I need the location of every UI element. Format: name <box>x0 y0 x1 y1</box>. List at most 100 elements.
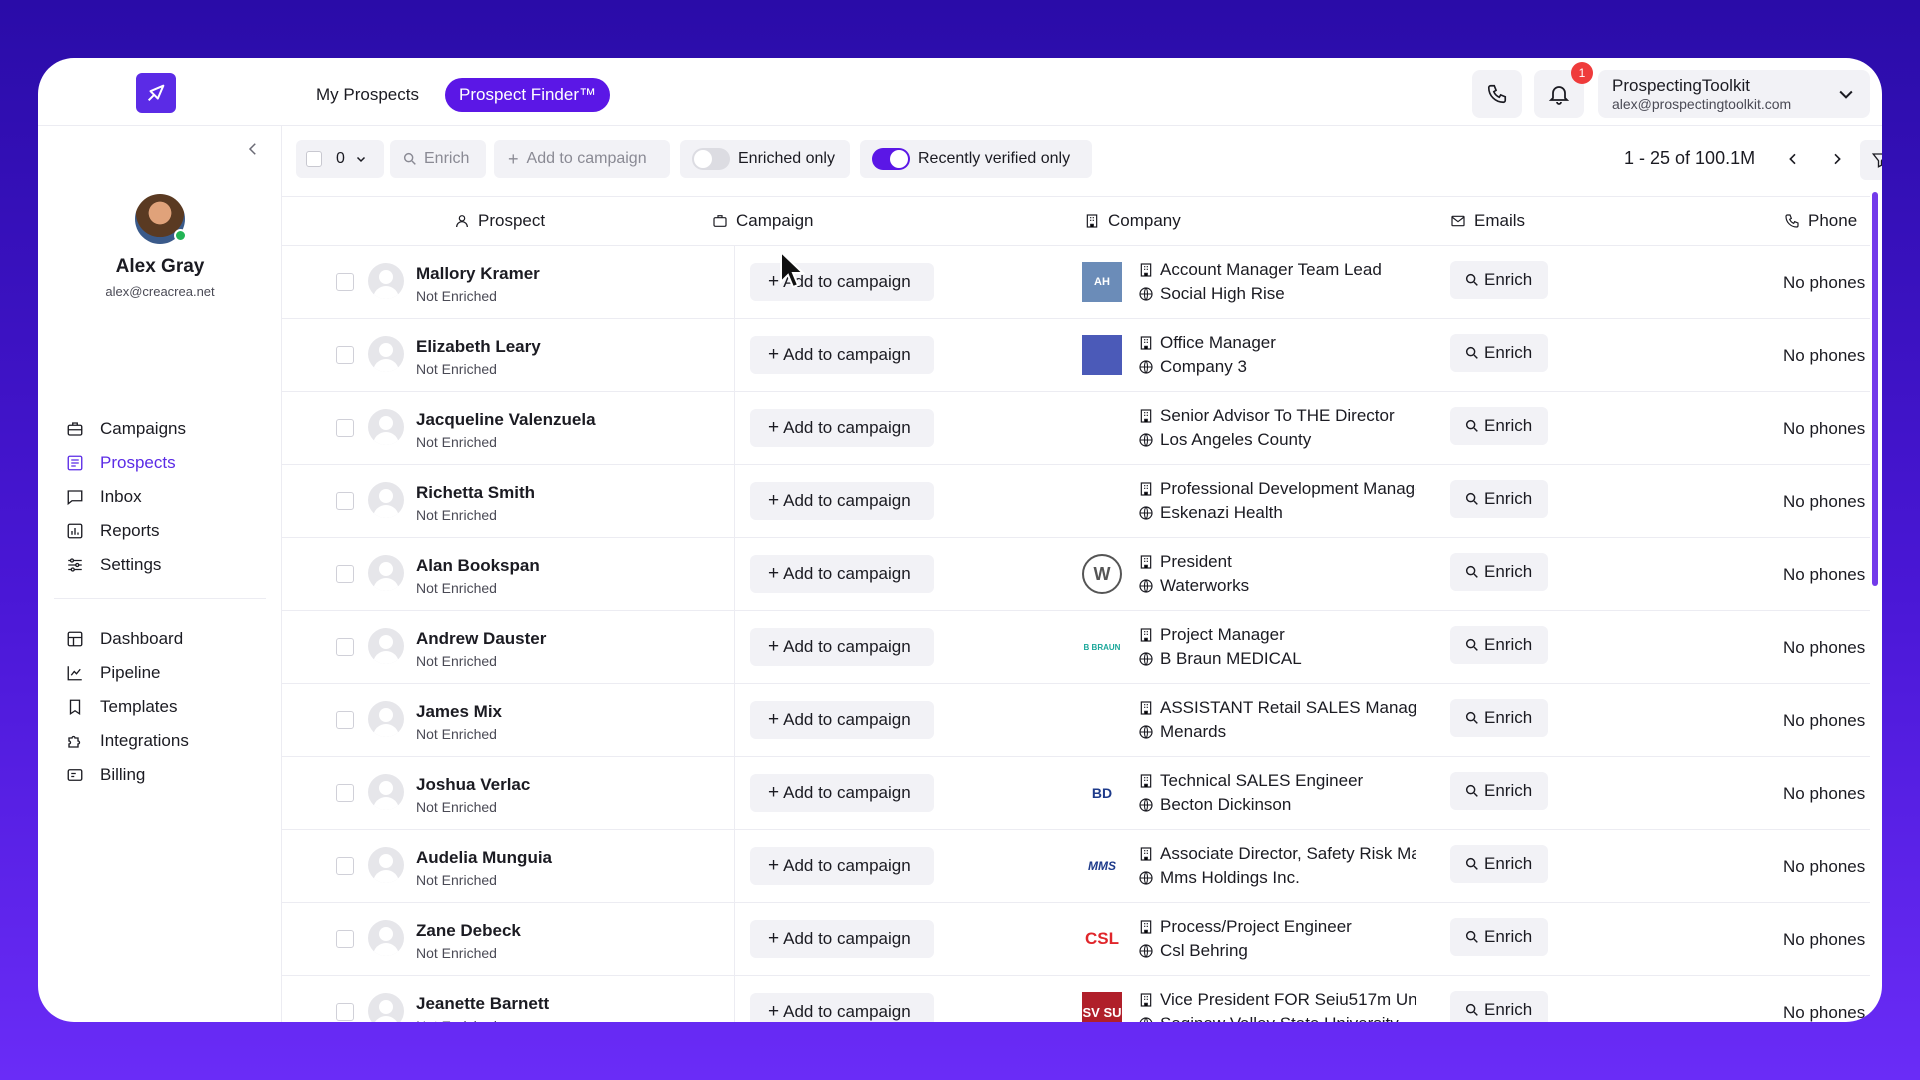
collapse-sidebar-icon[interactable] <box>244 140 262 158</box>
table-row[interactable]: Andrew Dauster Not Enriched + Add to campai… <box>282 611 1870 684</box>
row-checkbox[interactable] <box>336 492 354 510</box>
company-name[interactable]: Eskenazi Health <box>1138 503 1416 523</box>
add-to-campaign-button[interactable]: + Add to campaign <box>750 920 934 958</box>
prospect-name[interactable]: Andrew Dauster <box>416 629 546 649</box>
company-name[interactable]: Becton Dickinson <box>1138 795 1416 815</box>
table-row[interactable]: James Mix Not Enriched + Add to campaign ASS… <box>282 684 1870 757</box>
add-to-campaign-button[interactable]: + Add to campaign <box>750 847 934 885</box>
prospect-name[interactable]: Elizabeth Leary <box>416 337 541 357</box>
prospect-name[interactable]: Richetta Smith <box>416 483 535 503</box>
sidebar-item-integrations[interactable]: Integrations <box>64 724 264 758</box>
select-all-dropdown[interactable]: 0 <box>296 140 384 178</box>
enriched-only-toggle[interactable]: Enriched only <box>680 140 850 178</box>
sidebar-item-campaigns[interactable]: Campaigns <box>64 412 264 446</box>
enrich-email-button[interactable]: Enrich <box>1450 480 1548 518</box>
enrich-email-button[interactable]: Enrich <box>1450 699 1548 737</box>
enrich-email-button[interactable]: Enrich <box>1450 845 1548 883</box>
select-all-checkbox[interactable] <box>306 151 322 167</box>
prospect-name[interactable]: Alan Bookspan <box>416 556 540 576</box>
enrich-email-button[interactable]: Enrich <box>1450 918 1548 956</box>
row-checkbox[interactable] <box>336 565 354 583</box>
enrich-email-button[interactable]: Enrich <box>1450 772 1548 810</box>
sidebar-item-settings[interactable]: Settings <box>64 548 264 582</box>
company-name[interactable]: Saginaw Valley State University <box>1138 1014 1416 1022</box>
row-checkbox[interactable] <box>336 711 354 729</box>
row-checkbox[interactable] <box>336 930 354 948</box>
row-checkbox[interactable] <box>336 1003 354 1021</box>
company-name[interactable]: Waterworks <box>1138 576 1416 596</box>
table-scrollbar[interactable] <box>1872 192 1878 586</box>
account-menu[interactable]: ProspectingToolkit alex@prospectingtoolk… <box>1598 70 1870 118</box>
add-to-campaign-button[interactable]: + Add to campaign <box>750 774 934 812</box>
header-company[interactable]: Company <box>1084 211 1181 231</box>
prospect-name[interactable]: Jacqueline Valenzuela <box>416 410 596 430</box>
enrich-email-button[interactable]: Enrich <box>1450 991 1548 1022</box>
header-emails[interactable]: Emails <box>1450 211 1525 231</box>
next-page-button[interactable] <box>1824 146 1850 172</box>
previous-page-button[interactable] <box>1780 146 1806 172</box>
row-checkbox[interactable] <box>336 346 354 364</box>
add-to-campaign-button[interactable]: + Add to campaign <box>750 993 934 1022</box>
bulk-enrich-button[interactable]: Enrich <box>390 140 486 178</box>
filter-button[interactable] <box>1860 140 1882 180</box>
add-to-campaign-button[interactable]: + Add to campaign <box>750 263 934 301</box>
header-prospect[interactable]: Prospect <box>454 211 545 231</box>
table-row[interactable]: Mallory Kramer Not Enriched + Add to campai… <box>282 246 1870 319</box>
company-name[interactable]: Company 3 <box>1138 357 1416 377</box>
table-row[interactable]: Elizabeth Leary Not Enriched + Add to campa… <box>282 319 1870 392</box>
enrich-email-button[interactable]: Enrich <box>1450 261 1548 299</box>
bulk-add-to-campaign-button[interactable]: + Add to campaign <box>494 140 670 178</box>
app-logo[interactable] <box>136 73 176 113</box>
enriched-only-switch[interactable] <box>692 148 730 170</box>
sidebar-item-templates[interactable]: Templates <box>64 690 264 724</box>
prospect-name[interactable]: Audelia Munguia <box>416 848 552 868</box>
prospect-name[interactable]: Zane Debeck <box>416 921 521 941</box>
sidebar-item-billing[interactable]: Billing <box>64 758 264 792</box>
row-checkbox[interactable] <box>336 857 354 875</box>
recently-verified-toggle[interactable]: Recently verified only <box>860 140 1092 178</box>
prospect-name[interactable]: James Mix <box>416 702 502 722</box>
tab-my-prospects[interactable]: My Prospects <box>302 78 433 112</box>
company-name[interactable]: B Braun MEDICAL <box>1138 649 1416 669</box>
table-row[interactable]: Zane Debeck Not Enriched + Add to campaign C… <box>282 903 1870 976</box>
enrich-email-button[interactable]: Enrich <box>1450 407 1548 445</box>
table-row[interactable]: Joshua Verlac Not Enriched + Add to campaig… <box>282 757 1870 830</box>
table-row[interactable]: Alan Bookspan Not Enriched + Add to campaig… <box>282 538 1870 611</box>
tab-prospect-finder[interactable]: Prospect Finder™ <box>445 78 610 112</box>
phone-button[interactable] <box>1472 70 1522 118</box>
company-name[interactable]: Mms Holdings Inc. <box>1138 868 1416 888</box>
enrich-email-button[interactable]: Enrich <box>1450 334 1548 372</box>
table-row[interactable]: Richetta Smith Not Enriched + Add to campai… <box>282 465 1870 538</box>
user-avatar[interactable] <box>135 194 187 244</box>
header-campaign[interactable]: Campaign <box>712 211 814 231</box>
sidebar-item-dashboard[interactable]: Dashboard <box>64 622 264 656</box>
table-row[interactable]: Audelia Munguia Not Enriched + Add to campa… <box>282 830 1870 903</box>
add-to-campaign-button[interactable]: + Add to campaign <box>750 555 934 593</box>
table-row[interactable]: Jeanette Barnett Not Enriched +Add to camp… <box>282 976 1870 1022</box>
sidebar-item-inbox[interactable]: Inbox <box>64 480 264 514</box>
recently-verified-switch[interactable] <box>872 148 910 170</box>
enrich-email-button[interactable]: Enrich <box>1450 553 1548 591</box>
sidebar-item-prospects[interactable]: Prospects <box>64 446 264 480</box>
company-name[interactable]: Social High Rise <box>1138 284 1416 304</box>
sidebar-item-reports[interactable]: Reports <box>64 514 264 548</box>
header-phone[interactable]: Phone <box>1784 211 1857 231</box>
company-name[interactable]: Menards <box>1138 722 1416 742</box>
row-checkbox[interactable] <box>336 273 354 291</box>
add-to-campaign-button[interactable]: + Add to campaign <box>750 482 934 520</box>
add-to-campaign-button[interactable]: + Add to campaign <box>750 409 934 447</box>
table-row[interactable]: Jacqueline Valenzuela Not Enriched + Add to… <box>282 392 1870 465</box>
company-name[interactable]: Csl Behring <box>1138 941 1416 961</box>
add-to-campaign-button[interactable]: + Add to campaign <box>750 701 934 739</box>
row-checkbox[interactable] <box>336 638 354 656</box>
prospect-name[interactable]: Mallory Kramer <box>416 264 540 284</box>
add-to-campaign-button[interactable]: + Add to campaign <box>750 336 934 374</box>
row-checkbox[interactable] <box>336 419 354 437</box>
prospect-name[interactable]: Jeanette Barnett <box>416 994 549 1014</box>
add-to-campaign-button[interactable]: + Add to campaign <box>750 628 934 666</box>
sidebar-item-pipeline[interactable]: Pipeline <box>64 656 264 690</box>
prospect-name[interactable]: Joshua Verlac <box>416 775 530 795</box>
row-checkbox[interactable] <box>336 784 354 802</box>
company-name[interactable]: Los Angeles County <box>1138 430 1416 450</box>
enrich-email-button[interactable]: Enrich <box>1450 626 1548 664</box>
